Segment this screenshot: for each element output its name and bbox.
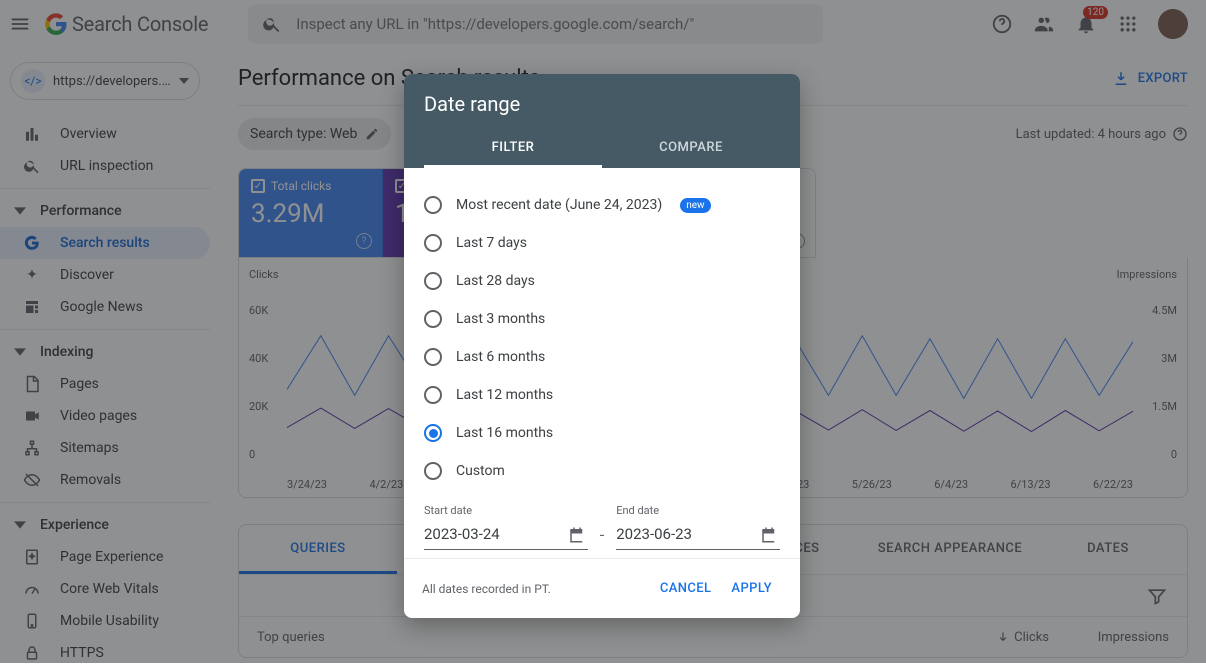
calendar-icon[interactable] — [760, 526, 778, 544]
radio-icon — [424, 234, 442, 252]
apply-button[interactable]: APPLY — [721, 573, 782, 604]
dialog-title: Date range — [424, 92, 780, 116]
date-separator: - — [598, 525, 606, 550]
radio-last-28-days[interactable]: Last 28 days — [424, 262, 780, 300]
end-date-label: End date — [616, 504, 780, 517]
new-badge: new — [680, 198, 710, 213]
radio-icon — [424, 310, 442, 328]
cancel-button[interactable]: CANCEL — [650, 573, 722, 604]
dialog-footnote: All dates recorded in PT. — [422, 582, 650, 596]
dialog-tab-filter[interactable]: FILTER — [424, 130, 602, 168]
radio-icon — [424, 272, 442, 290]
radio-last-12-months[interactable]: Last 12 months — [424, 376, 780, 414]
start-date-label: Start date — [424, 504, 588, 517]
radio-last-3-months[interactable]: Last 3 months — [424, 300, 780, 338]
end-date-input[interactable] — [616, 519, 780, 550]
calendar-icon[interactable] — [568, 526, 586, 544]
dialog-tab-compare[interactable]: COMPARE — [602, 130, 780, 168]
radio-icon — [424, 348, 442, 366]
radio-last-6-months[interactable]: Last 6 months — [424, 338, 780, 376]
radio-last-7-days[interactable]: Last 7 days — [424, 224, 780, 262]
radio-last-16-months[interactable]: Last 16 months — [424, 414, 780, 452]
start-date-input[interactable] — [424, 519, 588, 550]
radio-icon — [424, 386, 442, 404]
date-range-dialog: Date range FILTER COMPARE Most recent da… — [404, 74, 800, 618]
radio-icon — [424, 196, 442, 214]
radio-custom[interactable]: Custom — [424, 452, 780, 490]
radio-icon — [424, 462, 442, 480]
radio-icon — [424, 424, 442, 442]
radio-most-recent[interactable]: Most recent date (June 24, 2023) new — [424, 186, 780, 224]
